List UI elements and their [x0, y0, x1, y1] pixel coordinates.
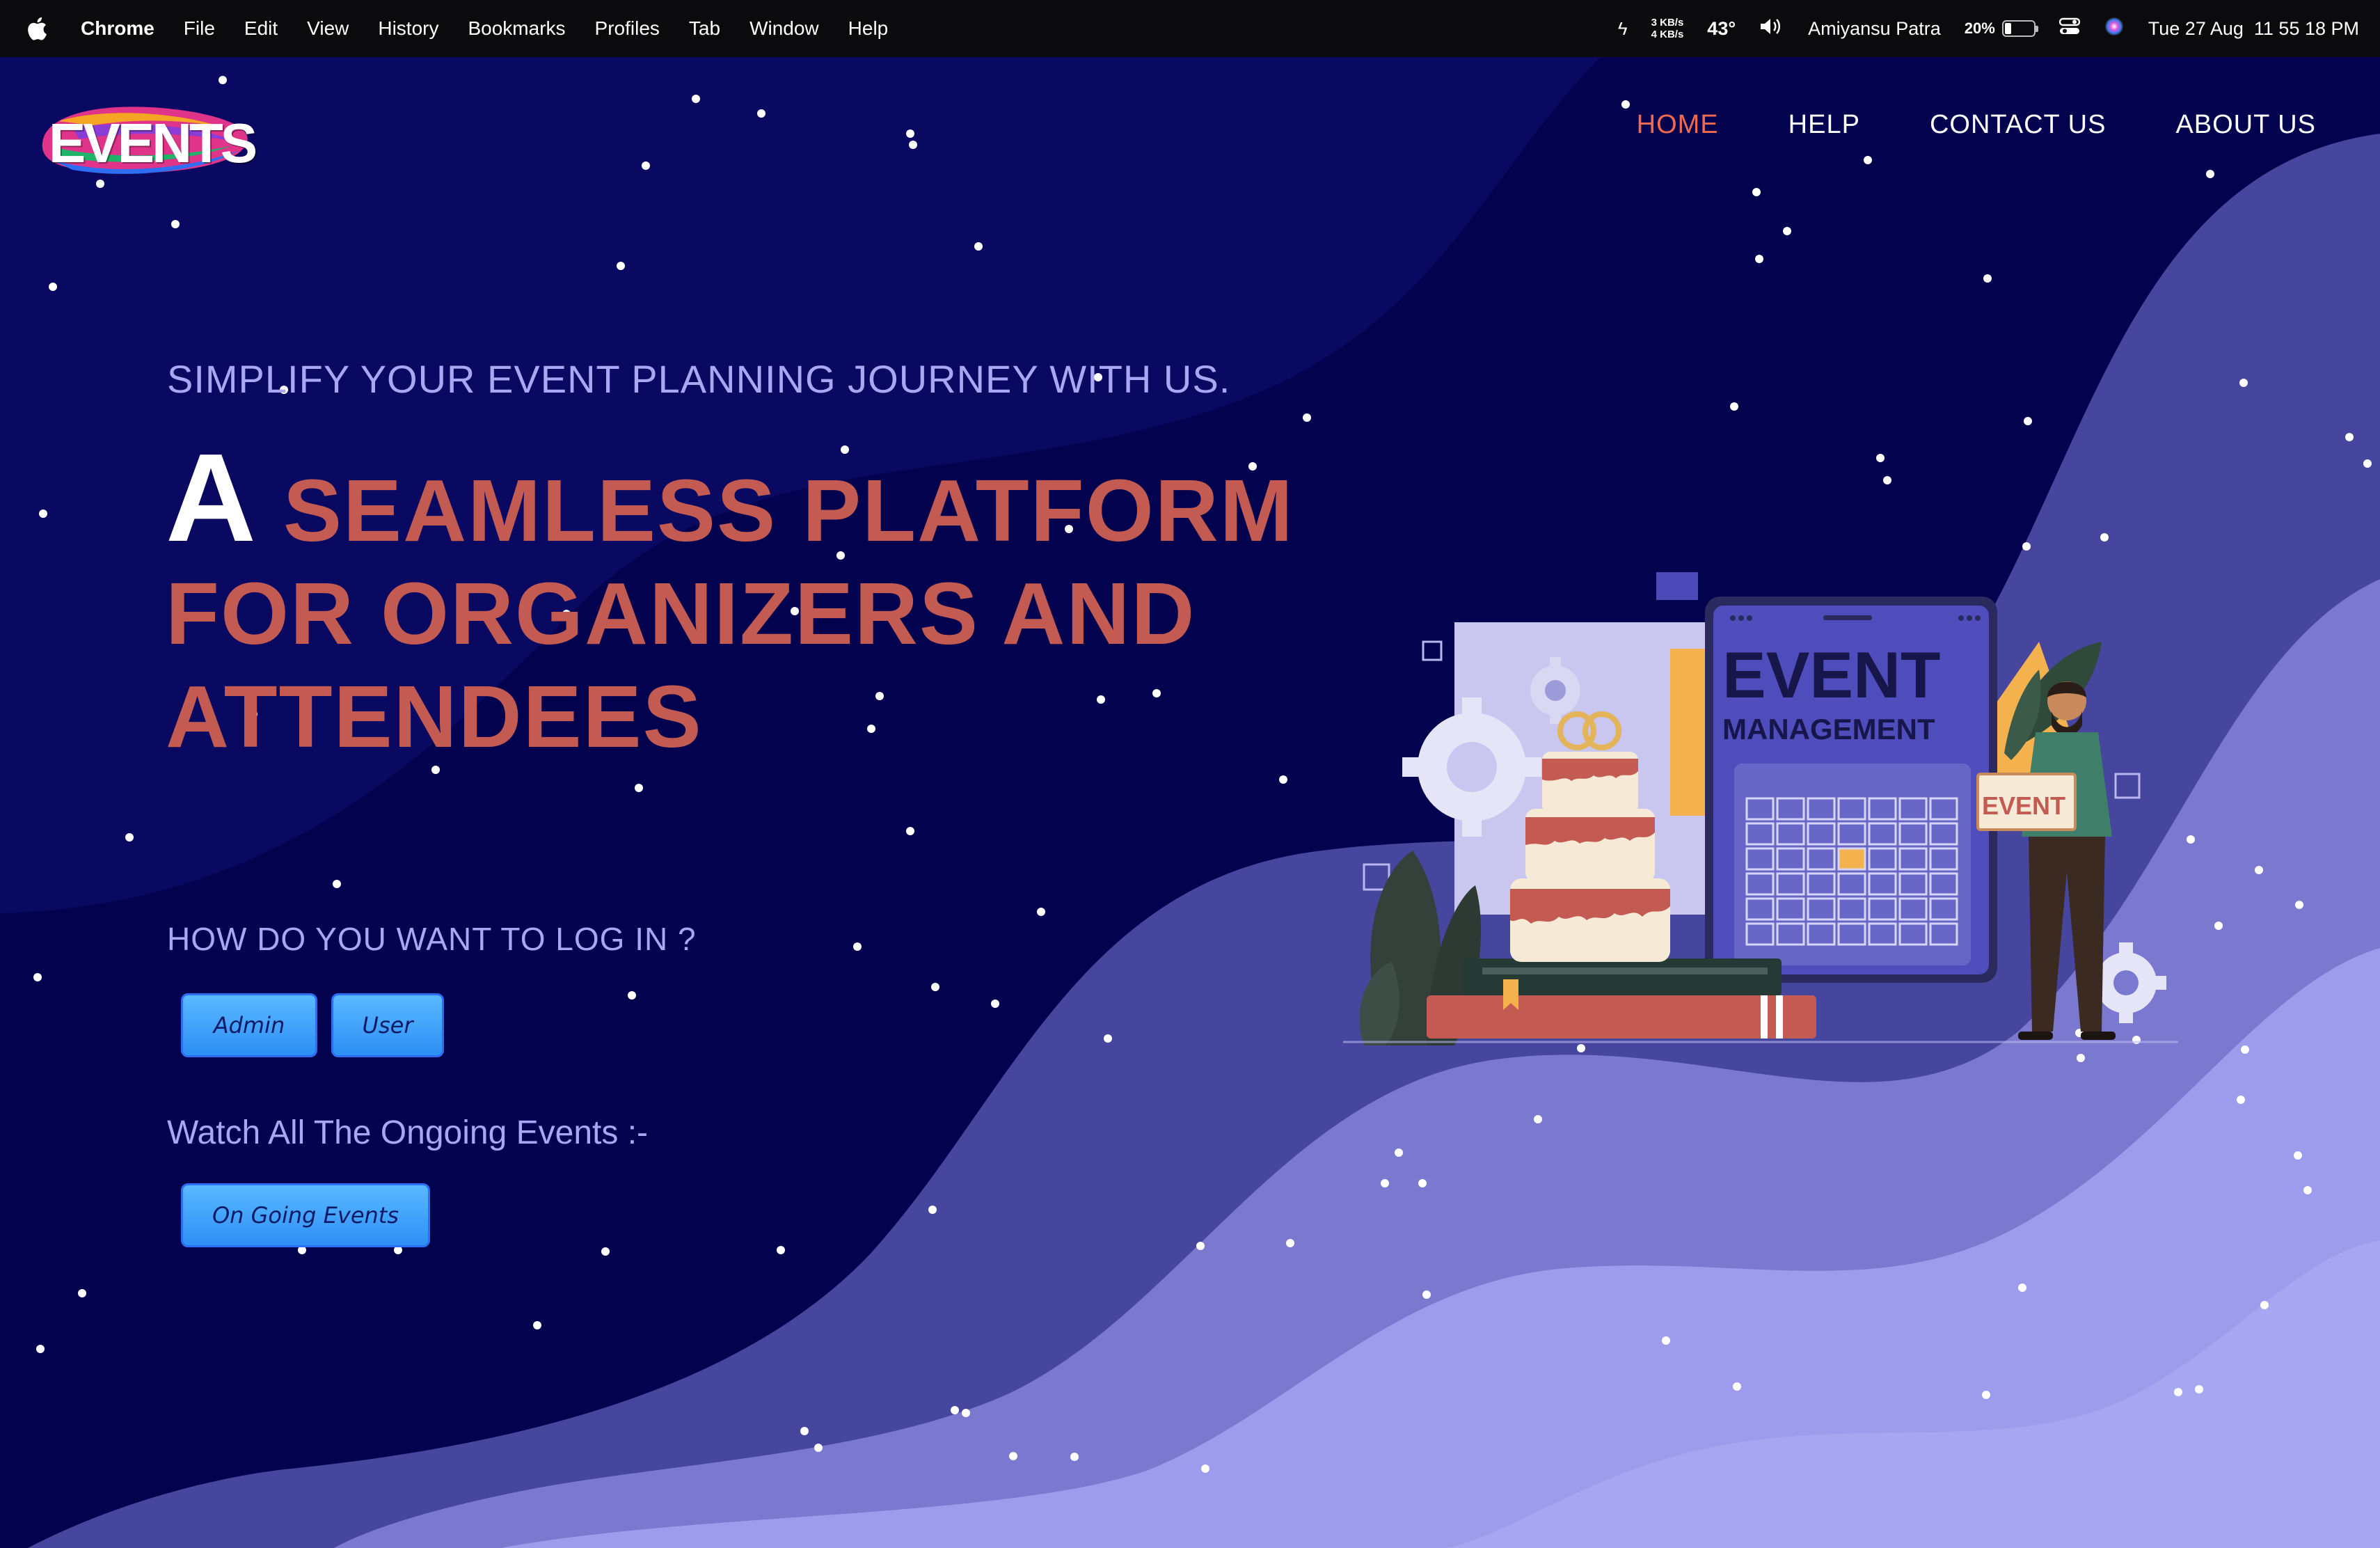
net-down: 4 KB/s	[1651, 29, 1684, 40]
nav-help[interactable]: HELP	[1788, 110, 1860, 140]
laptop-title: EVENT	[1722, 638, 1940, 711]
nav-home[interactable]: HOME	[1637, 110, 1719, 140]
menu-window[interactable]: Window	[749, 17, 819, 40]
events-logo[interactable]: EVENTS	[31, 93, 260, 191]
laptop-subtitle: MANAGEMENT	[1722, 713, 1935, 745]
headline-text: SEAMLESS PLATFORM FOR ORGANIZERS AND ATT…	[166, 461, 1294, 766]
main-nav: HOME HELP CONTACT US ABOUT US	[1637, 110, 2316, 140]
nav-contact-us[interactable]: CONTACT US	[1930, 110, 2107, 140]
date-time[interactable]: Tue 27 Aug 11 55 18 PM	[2148, 18, 2359, 40]
battery-icon	[2001, 20, 2038, 37]
login-question: HOW DO YOU WANT TO LOG IN ?	[167, 921, 697, 957]
calendar-cell	[1837, 847, 1866, 871]
net-up: 3 KB/s	[1651, 17, 1684, 29]
network-speed[interactable]: 3 KB/s 4 KB/s	[1651, 17, 1684, 40]
event-sign-text: EVENT	[1982, 791, 2065, 820]
menu-edit[interactable]: Edit	[244, 17, 278, 40]
menu-profiles[interactable]: Profiles	[595, 17, 660, 40]
menu-tab[interactable]: Tab	[689, 17, 720, 40]
landing-page: EVENTS HOME HELP CONTACT US ABOUT US SIM…	[0, 57, 2380, 1548]
siri-icon[interactable]	[2104, 16, 2125, 42]
menu-bar: Chrome File Edit View History Bookmarks …	[0, 0, 2380, 57]
menu-history[interactable]: History	[378, 17, 438, 40]
user-login-button[interactable]: User	[331, 993, 444, 1057]
hero-tagline: SIMPLIFY YOUR EVENT PLANNING JOURNEY WIT…	[167, 357, 1231, 401]
admin-login-button[interactable]: Admin	[181, 993, 317, 1057]
menu-file[interactable]: File	[184, 17, 215, 40]
control-center-icon[interactable]	[2058, 17, 2080, 40]
menu-app-name[interactable]: Chrome	[81, 17, 154, 40]
menu-bookmarks[interactable]: Bookmarks	[468, 17, 565, 40]
event-management-illustration: EVENT MANAGEMENT EVENT	[1343, 572, 2178, 1045]
apple-icon[interactable]	[26, 15, 50, 42]
battery-percent: 20%	[1964, 19, 1995, 37]
bolt-icon[interactable]: ϟ	[1618, 18, 1628, 40]
temperature[interactable]: 43°	[1707, 18, 1736, 40]
nav-about-us[interactable]: ABOUT US	[2175, 110, 2316, 140]
volume-icon[interactable]	[1759, 17, 1784, 41]
user-name[interactable]: Amiyansu Patra	[1808, 18, 1941, 40]
menu-view[interactable]: View	[307, 17, 349, 40]
battery-status[interactable]: 20%	[1964, 19, 2038, 38]
ongoing-events-label: Watch All The Ongoing Events :-	[167, 1114, 649, 1151]
logo-text: EVENTS	[49, 112, 257, 174]
headline-letter-a: A	[166, 428, 257, 568]
menu-help[interactable]: Help	[848, 17, 889, 40]
hero-headline: A SEAMLESS PLATFORM FOR ORGANIZERS AND A…	[166, 436, 1349, 768]
ongoing-events-button[interactable]: On Going Events	[181, 1183, 430, 1247]
